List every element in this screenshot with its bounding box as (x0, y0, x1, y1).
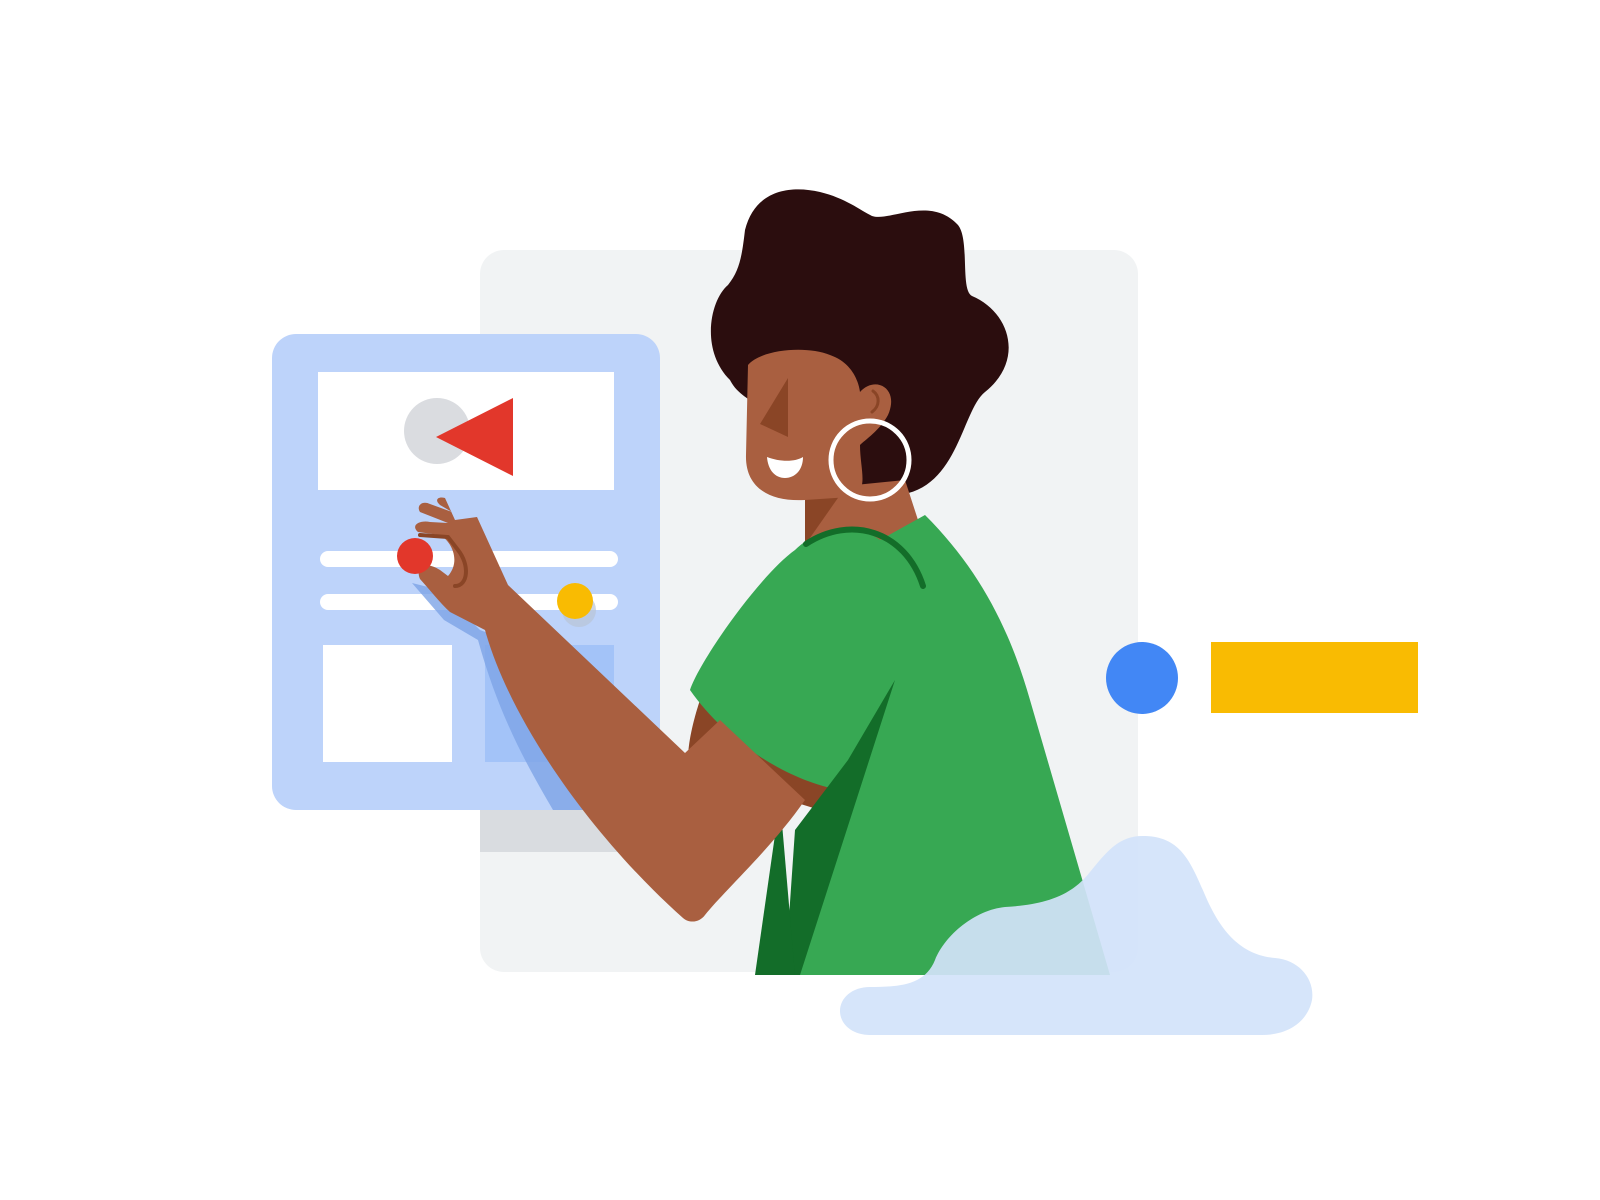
yellow-bar (1211, 642, 1418, 713)
blue-dot (1106, 642, 1178, 714)
video-editing-illustration (272, 189, 1418, 1035)
slider-handle-red (397, 538, 433, 574)
slider-handle-yellow (557, 583, 593, 619)
illustration-stage (0, 0, 1600, 1200)
thumbnail-left (323, 645, 452, 762)
